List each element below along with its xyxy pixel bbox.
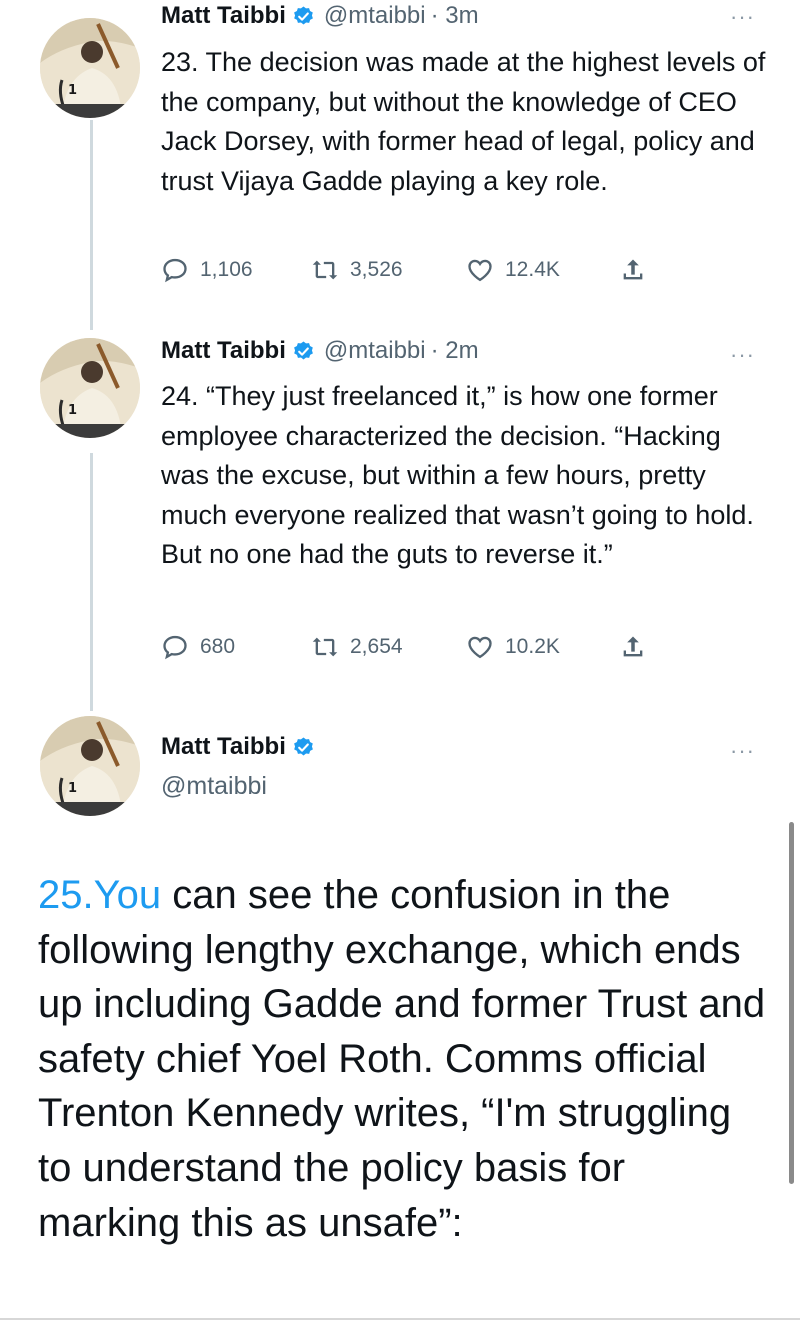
more-options-icon[interactable]: ··· (730, 4, 755, 30)
timestamp[interactable]: · 3m (431, 2, 479, 30)
like-icon (468, 259, 492, 282)
verified-badge-icon (293, 5, 313, 24)
avatar-image: 1 (40, 18, 140, 118)
tweet-text: 23. The decision was made at the highest… (161, 47, 766, 196)
tweet-body: can see the confusion in the following l… (38, 873, 766, 1245)
reply-button[interactable]: 1,106 (161, 256, 253, 284)
reply-count: 680 (200, 635, 236, 658)
tweet-actions: 680 2,654 10.2K (161, 633, 681, 667)
avatar[interactable]: 1 (40, 716, 140, 816)
thread-line (90, 453, 93, 711)
like-button[interactable]: 10.2K (466, 633, 560, 661)
svg-text:1: 1 (68, 83, 77, 98)
author-handle[interactable]: @mtaibbi (161, 772, 267, 801)
verified-badge-icon (293, 736, 313, 755)
svg-text:1: 1 (68, 781, 77, 796)
avatar[interactable]: 1 (40, 338, 140, 438)
like-icon (468, 636, 492, 659)
author-handle[interactable]: @mtaibbi (324, 337, 426, 365)
like-count: 12.4K (505, 258, 560, 281)
tweet-actions: 1,106 3,526 12.4K (161, 256, 681, 290)
tweet-header: Matt Taibbi (161, 733, 324, 761)
reply-icon (163, 635, 187, 660)
author-name[interactable]: Matt Taibbi (161, 337, 286, 365)
timestamp[interactable]: · 2m (431, 337, 479, 365)
svg-text:1: 1 (68, 403, 77, 418)
verified-badge-icon (293, 340, 313, 359)
tweet-link[interactable]: 25.You (38, 873, 161, 917)
retweet-icon (312, 637, 338, 657)
thread-line (90, 120, 93, 330)
reply-count: 1,106 (200, 258, 253, 281)
tweet-header: Matt Taibbi @mtaibbi · 2m (161, 337, 479, 365)
scrollbar[interactable] (789, 822, 794, 1184)
author-name[interactable]: Matt Taibbi (161, 733, 286, 761)
tweet-text: 25.You can see the confusion in the foll… (38, 868, 768, 1250)
more-options-icon[interactable]: ··· (730, 342, 755, 368)
author-name[interactable]: Matt Taibbi (161, 2, 286, 30)
reply-icon (163, 258, 187, 283)
share-icon (623, 636, 643, 657)
avatar-image: 1 (40, 338, 140, 438)
retweet-icon (312, 260, 338, 280)
avatar[interactable]: 1 (40, 18, 140, 118)
like-count: 10.2K (505, 635, 560, 658)
share-icon (623, 259, 643, 280)
avatar-image: 1 (40, 716, 140, 816)
retweet-count: 2,654 (350, 635, 403, 658)
like-button[interactable]: 12.4K (466, 256, 560, 284)
retweet-button[interactable]: 3,526 (311, 256, 403, 284)
retweet-count: 3,526 (350, 258, 403, 281)
divider (0, 1318, 800, 1320)
reply-button[interactable]: 680 (161, 633, 235, 661)
more-options-icon[interactable]: ··· (730, 738, 755, 764)
author-handle[interactable]: @mtaibbi (324, 2, 426, 30)
share-button[interactable] (619, 256, 658, 284)
share-button[interactable] (619, 633, 658, 661)
tweet-header: Matt Taibbi @mtaibbi · 3m (161, 2, 479, 30)
retweet-button[interactable]: 2,654 (311, 633, 403, 661)
tweet-text: 24. “They just freelanced it,” is how on… (161, 381, 754, 569)
